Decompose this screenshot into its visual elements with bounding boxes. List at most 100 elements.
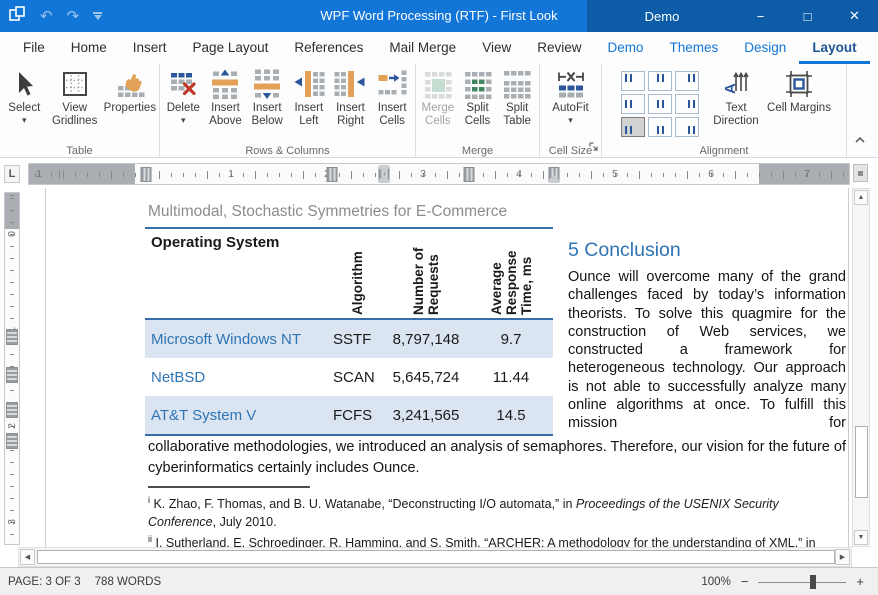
page-right-edge [848, 188, 849, 547]
insert-left-icon [293, 68, 325, 100]
vertical-ruler[interactable]: 0 1 2 3 [4, 192, 20, 545]
insert-right-button[interactable]: Insert Right [330, 67, 372, 144]
insert-cells-button[interactable]: Insert Cells [371, 67, 413, 144]
table-row-marker[interactable] [6, 367, 18, 383]
horizontal-ruler[interactable]: 1 1 2 3 4 5 6 7 [28, 163, 850, 185]
properties-button[interactable]: Properties [103, 67, 157, 144]
tab-demo[interactable]: Demo [594, 32, 656, 64]
horizontal-scrollbar[interactable]: ◀ ▶ [18, 547, 852, 567]
collapse-ribbon-icon[interactable] [854, 131, 866, 149]
insert-below-button[interactable]: Insert Below [246, 67, 288, 144]
tab-mail-merge[interactable]: Mail Merge [376, 32, 469, 64]
select-button[interactable]: Select ▾ [2, 67, 47, 144]
align-top-right-button[interactable] [675, 71, 699, 91]
tab-view[interactable]: View [469, 32, 524, 64]
tab-insert[interactable]: Insert [120, 32, 180, 64]
ruler-number: 1 [36, 168, 42, 180]
zoom-out-button[interactable]: − [741, 574, 749, 589]
tab-stop-selector[interactable]: L [4, 165, 20, 183]
tab-layout[interactable]: Layout [799, 32, 869, 64]
group-label-table: Table [0, 145, 159, 157]
table-column-marker[interactable] [327, 167, 338, 182]
align-bottom-left-button[interactable] [621, 117, 645, 137]
table-row[interactable]: AT&T System V FCFS 3,241,565 14.5 [145, 396, 553, 434]
autofit-button[interactable]: AutoFit ▾ [543, 67, 599, 144]
tab-references[interactable]: References [281, 32, 376, 64]
horizontal-scrollbar-thumb[interactable] [37, 550, 835, 564]
tab-review[interactable]: Review [524, 32, 594, 64]
align-top-center-button[interactable] [648, 71, 672, 91]
zoom-slider[interactable] [758, 575, 846, 589]
autofit-dropdown-arrow[interactable]: ▾ [568, 116, 573, 124]
maximize-button[interactable]: □ [784, 0, 831, 32]
scroll-right-icon[interactable]: ▶ [835, 549, 850, 565]
cell-margins-icon [783, 68, 815, 100]
table-row-marker[interactable] [6, 402, 18, 418]
scroll-left-icon[interactable]: ◀ [20, 549, 35, 565]
cell-requests: 3,241,565 [383, 407, 469, 424]
split-cells-button[interactable]: Split Cells [458, 67, 498, 144]
title-context-demo[interactable]: Demo [587, 0, 737, 32]
align-top-left-button[interactable] [621, 71, 645, 91]
table-column-marker[interactable] [141, 167, 152, 182]
tab-page-layout[interactable]: Page Layout [180, 32, 282, 64]
view-gridlines-button[interactable]: View Gridlines [47, 67, 103, 144]
footnote-separator [148, 486, 310, 488]
zoom-in-button[interactable]: + [856, 574, 864, 589]
ruler-number: 5 [612, 168, 618, 180]
tab-file[interactable]: File [10, 32, 58, 64]
split-cells-icon [462, 68, 494, 100]
align-middle-left-button[interactable] [621, 94, 645, 114]
insert-above-icon [209, 68, 241, 100]
cell-requests: 8,797,148 [383, 331, 469, 348]
select-dropdown-arrow[interactable]: ▾ [22, 116, 27, 124]
tab-home[interactable]: Home [58, 32, 120, 64]
text-direction-button[interactable]: A Text Direction [705, 67, 767, 144]
cell-os: Microsoft Windows NT [145, 331, 331, 348]
ruler-corner-button[interactable] [853, 164, 868, 182]
table-row-marker[interactable] [6, 433, 18, 449]
tab-themes[interactable]: Themes [657, 32, 732, 64]
document-table[interactable]: Operating System Algorithm Number of Req… [145, 227, 553, 436]
align-middle-center-button[interactable] [648, 94, 672, 114]
zoom-level: 100% [701, 576, 730, 588]
split-table-button[interactable]: Split Table [497, 67, 537, 144]
align-bottom-right-button[interactable] [675, 117, 699, 137]
vertical-scrollbar-thumb[interactable] [855, 426, 868, 498]
zoom-slider-handle[interactable] [810, 575, 816, 589]
tab-design[interactable]: Design [731, 32, 799, 64]
cell-size-dialog-launcher-icon[interactable] [588, 139, 599, 157]
insert-left-button[interactable]: Insert Left [288, 67, 330, 144]
table-row-marker[interactable] [6, 329, 18, 345]
vertical-scrollbar[interactable]: ▲ ▼ [852, 188, 870, 547]
document-heading-title: Multimodal, Stochastic Symmetries for E-… [148, 203, 507, 221]
cell-margins-button[interactable]: Cell Margins [767, 67, 831, 144]
table-row[interactable]: Microsoft Windows NT SSTF 8,797,148 9.7 [145, 320, 553, 358]
insert-cells-icon [376, 68, 408, 100]
minimize-button[interactable]: − [737, 0, 784, 32]
scroll-up-icon[interactable]: ▲ [854, 190, 868, 205]
table-row[interactable]: NetBSD SCAN 5,645,724 11.44 [145, 358, 553, 396]
footnote-1: i K. Zhao, F. Thomas, and B. U. Watanabe… [148, 492, 848, 531]
ribbon-spacer [847, 64, 878, 157]
redo-icon[interactable]: ↷ [67, 9, 80, 24]
merge-cells-button[interactable]: Merge Cells [418, 67, 458, 144]
delete-button[interactable]: Delete ▾ [162, 67, 205, 144]
scroll-down-icon[interactable]: ▼ [854, 530, 868, 545]
undo-icon[interactable]: ↶ [40, 9, 53, 24]
customize-toolbar-icon[interactable] [93, 12, 102, 20]
align-bottom-center-button[interactable] [648, 117, 672, 137]
title-bar: ↶ ↷ WPF Word Processing (RTF) - First Lo… [0, 0, 878, 32]
header-operating-system: Operating System [145, 229, 331, 318]
cell-os: AT&T System V [145, 407, 331, 424]
close-button[interactable]: ✕ [831, 0, 878, 32]
align-middle-right-button[interactable] [675, 94, 699, 114]
word-count: 788 WORDS [95, 576, 161, 588]
title-bar-right: Demo − □ ✕ [587, 0, 878, 32]
ruler-number: 6 [708, 168, 714, 180]
insert-above-button[interactable]: Insert Above [205, 67, 247, 144]
delete-dropdown-arrow[interactable]: ▾ [181, 116, 186, 124]
insert-below-icon [251, 68, 283, 100]
table-column-marker[interactable] [464, 167, 475, 182]
cell-avg-response: 11.44 [469, 369, 553, 386]
